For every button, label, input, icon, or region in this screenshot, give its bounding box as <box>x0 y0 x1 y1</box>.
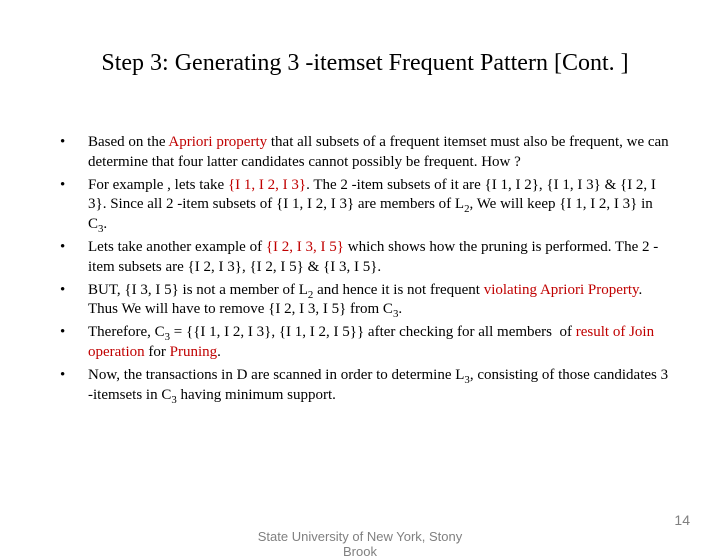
bullet-item: •Now, the transactions in D are scanned … <box>60 366 670 406</box>
bullet-item: •Lets take another example of {I 2, I 3,… <box>60 238 670 278</box>
bullet-dot-icon: • <box>60 323 88 363</box>
bullet-text: BUT, {I 3, I 5} is not a member of L2 an… <box>88 281 670 321</box>
footer-institution: State University of New York, Stony Broo… <box>258 530 462 560</box>
bullet-list: •Based on the Apriori property that all … <box>60 133 670 405</box>
bullet-text: Lets take another example of {I 2, I 3, … <box>88 238 670 278</box>
bullet-item: •Therefore, C3 = {{I 1, I 2, I 3}, {I 1,… <box>60 323 670 363</box>
bullet-dot-icon: • <box>60 366 88 406</box>
bullet-dot-icon: • <box>60 238 88 278</box>
bullet-text: For example , lets take {I 1, I 2, I 3}.… <box>88 176 670 235</box>
bullet-text: Now, the transactions in D are scanned i… <box>88 366 670 406</box>
bullet-text: Based on the Apriori property that all s… <box>88 133 670 173</box>
bullet-dot-icon: • <box>60 281 88 321</box>
page-number: 14 <box>674 512 690 528</box>
bullet-item: •For example , lets take {I 1, I 2, I 3}… <box>60 176 670 235</box>
bullet-item: •Based on the Apriori property that all … <box>60 133 670 173</box>
footer-line2: Brook <box>258 545 462 560</box>
slide-title: Step 3: Generating 3 -itemset Frequent P… <box>60 50 670 77</box>
bullet-dot-icon: • <box>60 133 88 173</box>
bullet-text: Therefore, C3 = {{I 1, I 2, I 3}, {I 1, … <box>88 323 670 363</box>
bullet-dot-icon: • <box>60 176 88 235</box>
footer-line1: State University of New York, Stony <box>258 530 462 545</box>
bullet-item: •BUT, {I 3, I 5} is not a member of L2 a… <box>60 281 670 321</box>
